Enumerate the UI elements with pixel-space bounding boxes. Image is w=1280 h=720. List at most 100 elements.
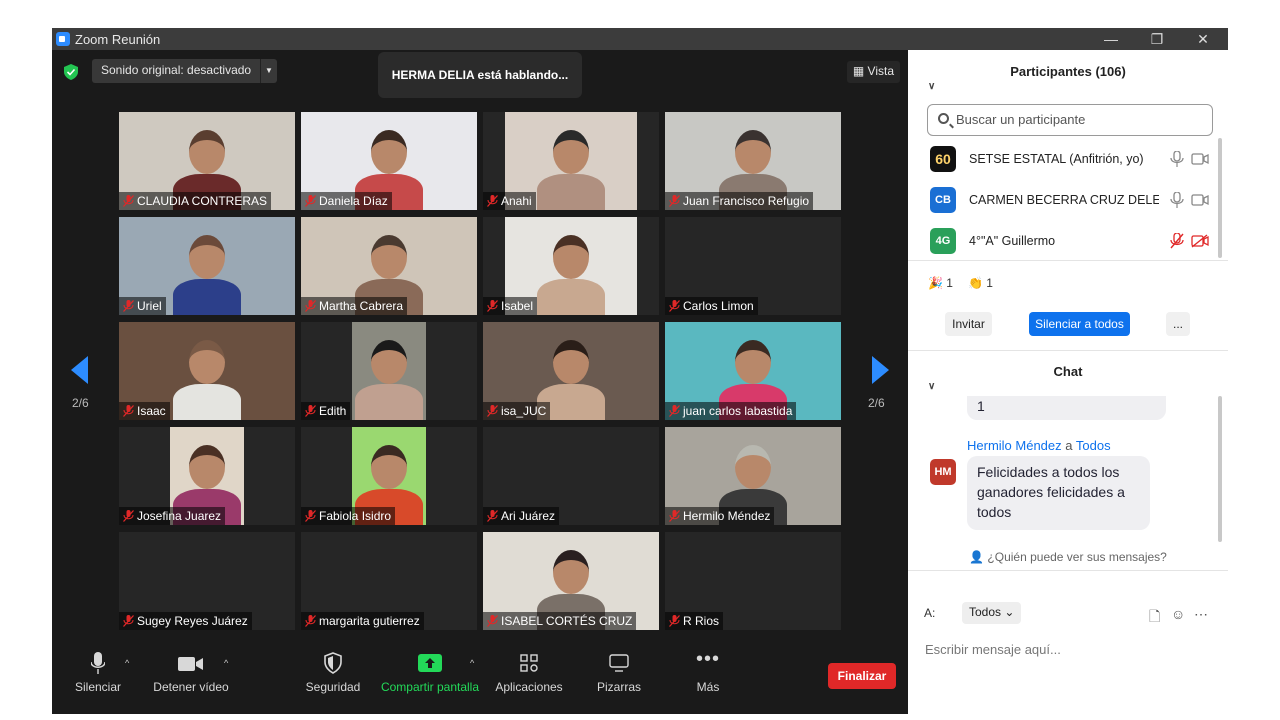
muted-microphone-icon: [123, 195, 134, 207]
video-tile[interactable]: margarita gutierrez: [301, 532, 477, 630]
participants-title: Participantes (106): [1010, 64, 1126, 79]
page-indicator-left: 2/6: [72, 396, 89, 410]
emoji-icon[interactable]: ☺: [1171, 606, 1185, 622]
person-body: [537, 279, 605, 315]
video-tile[interactable]: juan carlos labastida: [665, 322, 841, 420]
chat-header: ∨ Chat: [908, 350, 1228, 394]
collapse-chat-chevron-icon[interactable]: ∨: [928, 365, 935, 409]
stop-video-button[interactable]: Detener vídeo: [152, 650, 230, 694]
audio-options-caret-icon[interactable]: ^: [125, 658, 129, 668]
who-can-see-messages-link[interactable]: 👤 ¿Quién puede ver sus mensajes?: [908, 550, 1228, 564]
participant-row-guillermo[interactable]: 4G 4°"A" Guillermo: [930, 224, 1210, 260]
video-tile[interactable]: Ari Juárez: [483, 427, 659, 525]
more-button[interactable]: ••• Más: [686, 649, 730, 694]
person-head: [735, 445, 771, 489]
person-body: [173, 384, 241, 420]
microphone-icon[interactable]: [1170, 192, 1184, 208]
person-head: [735, 340, 771, 384]
video-tile[interactable]: Uriel: [119, 217, 295, 315]
muted-microphone-icon[interactable]: [1170, 233, 1184, 249]
microphone-icon[interactable]: [1170, 151, 1184, 167]
video-tile[interactable]: Martha Cabrera: [301, 217, 477, 315]
view-label: Vista: [867, 64, 894, 78]
chat-message-input[interactable]: Escribir mensaje aquí...: [925, 642, 1061, 657]
participant-name-label: ISABEL CORTÉS CRUZ: [483, 612, 637, 630]
recipient-dropdown[interactable]: Todos ⌄: [962, 602, 1022, 624]
participant-name-label: margarita gutierrez: [301, 612, 424, 630]
apps-button[interactable]: Aplicaciones: [492, 650, 566, 694]
who-can-see-label: ¿Quién puede ver sus mensajes?: [987, 550, 1167, 564]
next-page-arrow-icon[interactable]: [872, 356, 889, 384]
participant-search-input[interactable]: Buscar un participante: [927, 104, 1213, 136]
chat-message-line: ganadores felicidades a: [977, 484, 1125, 500]
video-tile[interactable]: Juan Francisco Refugio: [665, 112, 841, 210]
microphone-icon: [91, 652, 105, 674]
chat-sender[interactable]: Hermilo Méndez a Todos: [967, 438, 1111, 453]
participant-row-setse[interactable]: 60 SETSE ESTATAL (Anfitrión, yo): [930, 142, 1210, 178]
participants-scrollbar[interactable]: [1218, 138, 1222, 258]
end-meeting-button[interactable]: Finalizar: [828, 663, 896, 689]
video-tile[interactable]: Josefina Juarez: [119, 427, 295, 525]
muted-microphone-icon: [487, 510, 498, 522]
video-options-caret-icon[interactable]: ^: [224, 658, 228, 668]
muted-microphone-icon: [305, 615, 316, 627]
more-label: Más: [696, 680, 720, 694]
participant-name-label: Hermilo Méndez: [665, 507, 775, 525]
video-tile[interactable]: Carlos Limon: [665, 217, 841, 315]
video-tile[interactable]: Anahi: [483, 112, 659, 210]
more-options-icon[interactable]: ⋯: [1194, 606, 1208, 623]
camera-off-icon[interactable]: [1191, 234, 1209, 248]
share-options-caret-icon[interactable]: ^: [470, 658, 474, 668]
participants-more-button[interactable]: ...: [1166, 312, 1190, 336]
muted-microphone-icon: [669, 300, 680, 312]
mute-label: Silenciar: [74, 680, 122, 694]
camera-icon[interactable]: [1191, 152, 1209, 166]
recipient-value: Todos: [969, 605, 1002, 619]
whiteboards-button[interactable]: Pizarras: [592, 650, 646, 694]
collapse-participants-chevron-icon[interactable]: ∨: [928, 65, 935, 109]
minimize-icon[interactable]: —: [1096, 29, 1126, 49]
close-icon[interactable]: ✕: [1188, 29, 1218, 49]
mute-button[interactable]: Silenciar: [72, 650, 124, 694]
video-tile[interactable]: Daniela Díaz: [301, 112, 477, 210]
participant-name: SETSE ESTATAL (Anfitrión, yo): [969, 152, 1144, 166]
whiteboards-label: Pizarras: [596, 680, 641, 694]
caret-down-icon[interactable]: ▼: [260, 59, 277, 83]
mute-all-button[interactable]: Silenciar a todos: [1029, 312, 1130, 336]
person-head: [735, 130, 771, 174]
reaction-clap: 👏 1: [968, 276, 993, 290]
participant-name-label: Josefina Juarez: [119, 507, 226, 525]
previous-page-arrow-icon[interactable]: [71, 356, 88, 384]
view-button[interactable]: ▦ Vista: [846, 61, 900, 83]
camera-icon[interactable]: [1191, 193, 1209, 207]
person-head: [189, 130, 225, 174]
video-tile[interactable]: CLAUDIA CONTRERAS: [119, 112, 295, 210]
video-tile[interactable]: Isabel: [483, 217, 659, 315]
share-screen-button[interactable]: Compartir pantalla: [378, 650, 482, 694]
restore-icon[interactable]: ❐: [1142, 29, 1172, 49]
video-feed: [352, 322, 426, 420]
video-tile[interactable]: isa_JUC: [483, 322, 659, 420]
avatar: 4G: [930, 228, 956, 254]
file-icon[interactable]: 🗋: [1149, 606, 1160, 630]
video-tile[interactable]: Fabiola Isidro: [301, 427, 477, 525]
person-head: [553, 340, 589, 384]
video-tile[interactable]: ISABEL CORTÉS CRUZ: [483, 532, 659, 630]
encryption-shield-icon[interactable]: [64, 64, 78, 80]
video-tile[interactable]: Sugey Reyes Juárez: [119, 532, 295, 630]
person-body: [537, 174, 605, 210]
participant-row-carmen[interactable]: CB CARMEN BECERRA CRUZ DELE...: [930, 183, 1210, 219]
person-head: [371, 445, 407, 489]
participant-name: CARMEN BECERRA CRUZ DELE...: [969, 193, 1159, 207]
original-sound-button[interactable]: Sonido original: desactivado ▼: [92, 59, 277, 83]
video-tile[interactable]: Hermilo Méndez: [665, 427, 841, 525]
chat-message-line: todos: [977, 504, 1012, 520]
chat-scrollbar[interactable]: [1218, 396, 1222, 542]
search-placeholder: Buscar un participante: [956, 112, 1086, 127]
video-tile[interactable]: Isaac: [119, 322, 295, 420]
video-tile[interactable]: Edith: [301, 322, 477, 420]
muted-microphone-icon: [487, 405, 498, 417]
invite-button[interactable]: Invitar: [945, 312, 992, 336]
security-button[interactable]: Seguridad: [304, 650, 362, 694]
video-tile[interactable]: R Rios: [665, 532, 841, 630]
